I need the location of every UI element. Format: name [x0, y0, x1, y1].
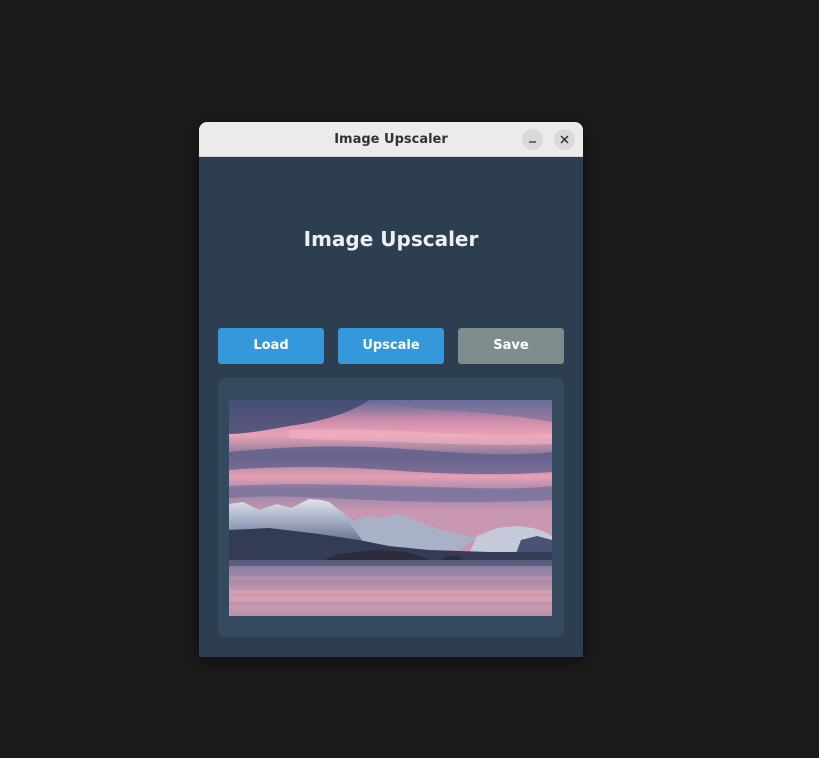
save-button[interactable]: Save: [458, 328, 564, 364]
load-button[interactable]: Load: [218, 328, 324, 364]
minimize-button[interactable]: [522, 129, 543, 150]
app-heading: Image Upscaler: [303, 227, 479, 251]
app-window: Image Upscaler Image Upscaler Load Upsca…: [199, 122, 583, 657]
close-icon: [560, 135, 569, 144]
title-bar[interactable]: Image Upscaler: [199, 122, 583, 157]
close-button[interactable]: [554, 129, 575, 150]
preview-image: [229, 400, 552, 616]
minimize-icon: [529, 141, 536, 143]
image-preview-panel: [218, 378, 564, 637]
upscale-button[interactable]: Upscale: [338, 328, 444, 364]
